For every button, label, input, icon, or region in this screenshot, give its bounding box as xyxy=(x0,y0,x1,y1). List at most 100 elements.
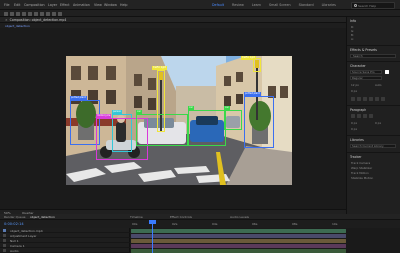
info-panel-title[interactable]: Info xyxy=(350,19,356,23)
divider xyxy=(347,105,400,106)
tracking-value[interactable]: 0 px xyxy=(351,89,357,93)
ruler-tick-label: 00s xyxy=(132,221,138,226)
camera-icon xyxy=(3,244,6,247)
align-center-icon[interactable] xyxy=(357,114,361,118)
detection-label: person xyxy=(112,110,123,114)
layer-track-bar[interactable] xyxy=(131,248,346,253)
small-caps-icon[interactable] xyxy=(369,97,373,101)
menu-animation[interactable]: Animation xyxy=(73,3,90,7)
menu-file[interactable]: File xyxy=(4,3,10,7)
indent-right-value[interactable]: 0 px xyxy=(375,121,381,125)
all-caps-icon[interactable] xyxy=(363,97,367,101)
paragraph-panel-title[interactable]: Paragraph xyxy=(350,108,366,112)
menu-bar: File Edit Composition Layer Effect Anima… xyxy=(0,0,400,10)
superscript-icon[interactable] xyxy=(375,97,379,101)
subscript-icon[interactable] xyxy=(381,97,385,101)
font-style-value: Regular xyxy=(352,76,363,81)
tab-render-queue[interactable]: Render Queue xyxy=(4,215,26,219)
ruler-tick-label: 02s xyxy=(172,221,178,226)
detection-label: motorcycle xyxy=(96,114,112,118)
zoom-tool-icon[interactable] xyxy=(22,11,26,16)
workspace-learn[interactable]: Learn xyxy=(248,2,265,9)
menu-layer[interactable]: Layer xyxy=(48,3,57,7)
detection-label: potted plant xyxy=(70,96,87,100)
home-icon[interactable] xyxy=(4,11,8,16)
current-time-display[interactable]: 0:00:02:14 xyxy=(4,222,24,226)
workspace-small-screen[interactable]: Small Screen xyxy=(265,2,295,9)
layer-track-bar[interactable] xyxy=(131,238,346,243)
workspace-review[interactable]: Review xyxy=(228,2,248,9)
menu-window[interactable]: Window xyxy=(104,3,117,7)
leading-value[interactable]: Auto xyxy=(375,83,382,87)
divider xyxy=(347,61,400,62)
workspace-standard[interactable]: Standard xyxy=(295,2,318,9)
tab-effect-controls[interactable]: Effect Controls xyxy=(170,215,192,219)
align-right-icon[interactable] xyxy=(363,114,367,118)
breadcrumb[interactable]: object_detection xyxy=(5,24,30,28)
menu-edit[interactable]: Edit xyxy=(14,3,20,7)
workspace-bar: Default Review Learn Small Screen Standa… xyxy=(208,2,340,9)
align-left-icon[interactable] xyxy=(351,114,355,118)
fill-color-swatch[interactable] xyxy=(385,70,389,74)
menu-help[interactable]: Help xyxy=(120,3,128,7)
menu-view[interactable]: View xyxy=(94,3,102,7)
pen-tool-icon[interactable] xyxy=(46,11,50,16)
font-size-value[interactable]: 12 px xyxy=(351,83,359,87)
menu-composition[interactable]: Composition xyxy=(24,3,45,7)
space-before-value[interactable]: 0 px xyxy=(351,127,357,131)
search-icon xyxy=(353,3,357,8)
effects-presets-title[interactable]: Effects & Presets xyxy=(350,48,377,52)
indent-left-value[interactable]: 0 px xyxy=(351,121,357,125)
track-camera-button[interactable]: Track Camera xyxy=(351,161,370,165)
selection-tool-icon[interactable] xyxy=(10,11,14,16)
tracker-panel-title[interactable]: Tracker xyxy=(350,155,362,159)
type-tool-icon[interactable] xyxy=(52,11,56,16)
time-ruler[interactable]: 00s 02s 04s 06s 08s 10s xyxy=(130,220,345,228)
menu-effect[interactable]: Effect xyxy=(60,3,70,7)
tab-audio-levels[interactable]: Audio Levels xyxy=(230,215,249,219)
brush-tool-icon[interactable] xyxy=(58,11,62,16)
layer-track-bar[interactable] xyxy=(131,228,346,233)
layer-track-bar[interactable] xyxy=(131,243,346,248)
tab-timeline[interactable]: Timeline xyxy=(130,215,143,219)
layer-color-icon xyxy=(3,234,6,237)
italic-icon[interactable] xyxy=(357,97,361,101)
character-panel-title[interactable]: Character xyxy=(350,64,366,68)
rotate-tool-icon[interactable] xyxy=(28,11,32,16)
warp-stabilizer-button[interactable]: Warp Stabilizer xyxy=(351,166,372,170)
detection-box-potted-plant xyxy=(244,96,274,148)
detection-label: car xyxy=(136,110,142,114)
camera-tool-icon[interactable] xyxy=(34,11,38,16)
stabilize-motion-button[interactable]: Stabilize Motion xyxy=(351,176,373,180)
playhead-handle[interactable] xyxy=(149,220,156,224)
close-icon[interactable]: × xyxy=(5,18,8,22)
video-icon xyxy=(3,229,6,232)
workspace-default[interactable]: Default xyxy=(208,2,228,9)
workspace-libraries[interactable]: Libraries xyxy=(318,2,340,9)
right-panel: Info R: G: B: A: Effects & Presets Searc… xyxy=(346,17,400,214)
ruler-tick-label: 04s xyxy=(212,221,218,226)
video-frame: potted plant potted plant person motorcy… xyxy=(66,56,292,185)
ruler-tick-label: 06s xyxy=(252,221,258,226)
timeline-controls: 0:00:02:14 00s 02s 04s 06s 08s 10s xyxy=(0,220,400,228)
layer-row[interactable]: Audio xyxy=(0,248,130,253)
libraries-panel-title[interactable]: Libraries xyxy=(350,138,364,142)
divider xyxy=(347,152,400,153)
bold-icon[interactable] xyxy=(351,97,355,101)
font-family-value: Source Sans Pro xyxy=(352,70,375,75)
hand-tool-icon[interactable] xyxy=(16,11,20,16)
layer-color-icon xyxy=(3,239,6,242)
layer-list: object_detection.mp4 Adjustment Layer Nu… xyxy=(0,228,130,253)
pan-behind-tool-icon[interactable] xyxy=(40,11,44,16)
detection-label: potted plant xyxy=(244,92,261,96)
tools-toolbar xyxy=(0,10,400,17)
track-motion-button[interactable]: Track Motion xyxy=(351,171,369,175)
tab-object-detection[interactable]: object_detection xyxy=(30,215,55,219)
search-help-input[interactable]: Search Help xyxy=(351,1,395,9)
detection-box-car xyxy=(224,110,242,130)
playhead[interactable] xyxy=(152,220,153,253)
justify-icon[interactable] xyxy=(369,114,373,118)
composition-tab[interactable]: × Composition: object_detection.mp4 xyxy=(5,18,66,22)
ruler-tick-label: 10s xyxy=(332,221,338,226)
layer-track-bar[interactable] xyxy=(131,233,346,238)
